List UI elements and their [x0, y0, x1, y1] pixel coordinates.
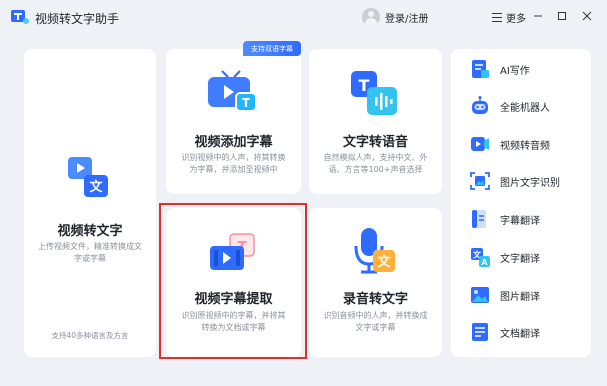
text-to-speech-icon: T: [351, 71, 397, 115]
image-ocr-icon: [470, 172, 490, 190]
card-text-to-speech[interactable]: T 文字转语音 自然模拟人声，支持中文、外语、方言等100+声音选择: [309, 49, 442, 194]
image-translate-icon: [471, 287, 489, 303]
card-video-to-text[interactable]: 文 视频转文字 上传视频文件，精准转换成文字或字幕 支持40多种语言及方言: [24, 49, 156, 357]
minimize-button[interactable]: [531, 9, 545, 23]
maximize-icon: [558, 12, 566, 20]
login-label: 登录/注册: [385, 13, 429, 25]
login-button[interactable]: 登录/注册: [362, 8, 428, 26]
card-title: 视频添加字幕: [194, 135, 273, 150]
text-translate-icon: 文 A: [471, 248, 490, 267]
side-item-label: 图片翻译: [500, 291, 540, 303]
ai-writing-icon: [472, 60, 489, 78]
close-button[interactable]: [580, 9, 594, 23]
svg-text:T: T: [242, 96, 251, 110]
side-item-image-translate[interactable]: 图片翻译: [469, 283, 540, 307]
side-item-label: 全能机器人: [500, 102, 550, 114]
side-item-label: 字幕翻译: [500, 215, 540, 227]
app-logo-icon: [11, 10, 29, 24]
card-description: 自然模拟人声，支持中文、外语、方言等100+声音选择: [323, 153, 428, 174]
video-to-audio-icon: [471, 137, 489, 151]
side-item-image-ocr[interactable]: 图片文字识别: [469, 169, 560, 193]
close-icon: [582, 11, 592, 21]
minimize-icon: [534, 15, 542, 17]
robot-icon: [472, 96, 488, 114]
card-add-subtitles[interactable]: T 视频添加字幕 识别视频中的人声，将其转换为字幕，并添加至视频中: [166, 49, 301, 194]
svg-text:文: 文: [89, 179, 103, 195]
selection-highlight: [159, 203, 307, 359]
side-item-label: 视频转音频: [500, 140, 550, 152]
svg-text:A: A: [481, 258, 488, 267]
side-item-document-translate[interactable]: 文档翻译: [469, 320, 540, 344]
side-item-subtitle-translate[interactable]: 字幕翻译: [469, 207, 540, 231]
side-item-video-to-audio[interactable]: 视频转音频: [469, 132, 550, 156]
card-description: 上传视频文件，精准转换成文字或字幕: [38, 242, 142, 263]
app-title: 视频转文字助手: [35, 12, 120, 26]
svg-text:文: 文: [377, 254, 391, 270]
side-item-label: 文档翻译: [500, 328, 540, 340]
side-item-label: AI写作: [500, 65, 530, 77]
tv-subtitle-icon: T: [208, 70, 257, 112]
bilingual-badge: 支持双语字幕: [243, 41, 301, 56]
document-translate-icon: [472, 323, 488, 341]
side-item-text-translate[interactable]: 文 A 文字翻译: [469, 245, 540, 269]
menu-icon: [492, 13, 502, 23]
tools-side-panel: AI写作 全能机器人 视频转音频 图片文字识别 字幕翻译 文 A 文字翻译 图片…: [451, 49, 591, 357]
title-bar: 视频转文字助手 登录/注册 更多: [0, 0, 607, 34]
side-item-label: 文字翻译: [500, 253, 540, 265]
side-item-robot[interactable]: 全能机器人: [469, 94, 550, 118]
more-menu-button[interactable]: 更多: [492, 10, 526, 25]
subtitle-translate-icon: [472, 210, 486, 228]
maximize-button[interactable]: [555, 9, 569, 23]
side-item-ai-writing[interactable]: AI写作: [469, 57, 530, 81]
avatar: [362, 8, 380, 26]
card-description: 识别视频中的人声，将其转换为字幕，并添加至视频中: [181, 153, 286, 174]
microphone-icon: 文: [354, 228, 395, 274]
card-audio-to-text[interactable]: 文 录音转文字 识别音频中的人声，并转换成文字或字幕: [309, 208, 442, 357]
video-to-text-icon: 文: [68, 157, 108, 197]
more-label: 更多: [506, 14, 526, 25]
card-title: 录音转文字: [342, 292, 408, 307]
card-footer-note: 支持40多种语言及方言: [51, 331, 129, 340]
card-description: 识别音频中的人声，并转换成文字或字幕: [323, 311, 428, 332]
card-title: 文字转语音: [342, 135, 408, 150]
side-item-label: 图片文字识别: [500, 177, 560, 189]
card-title: 视频转文字: [57, 224, 123, 239]
